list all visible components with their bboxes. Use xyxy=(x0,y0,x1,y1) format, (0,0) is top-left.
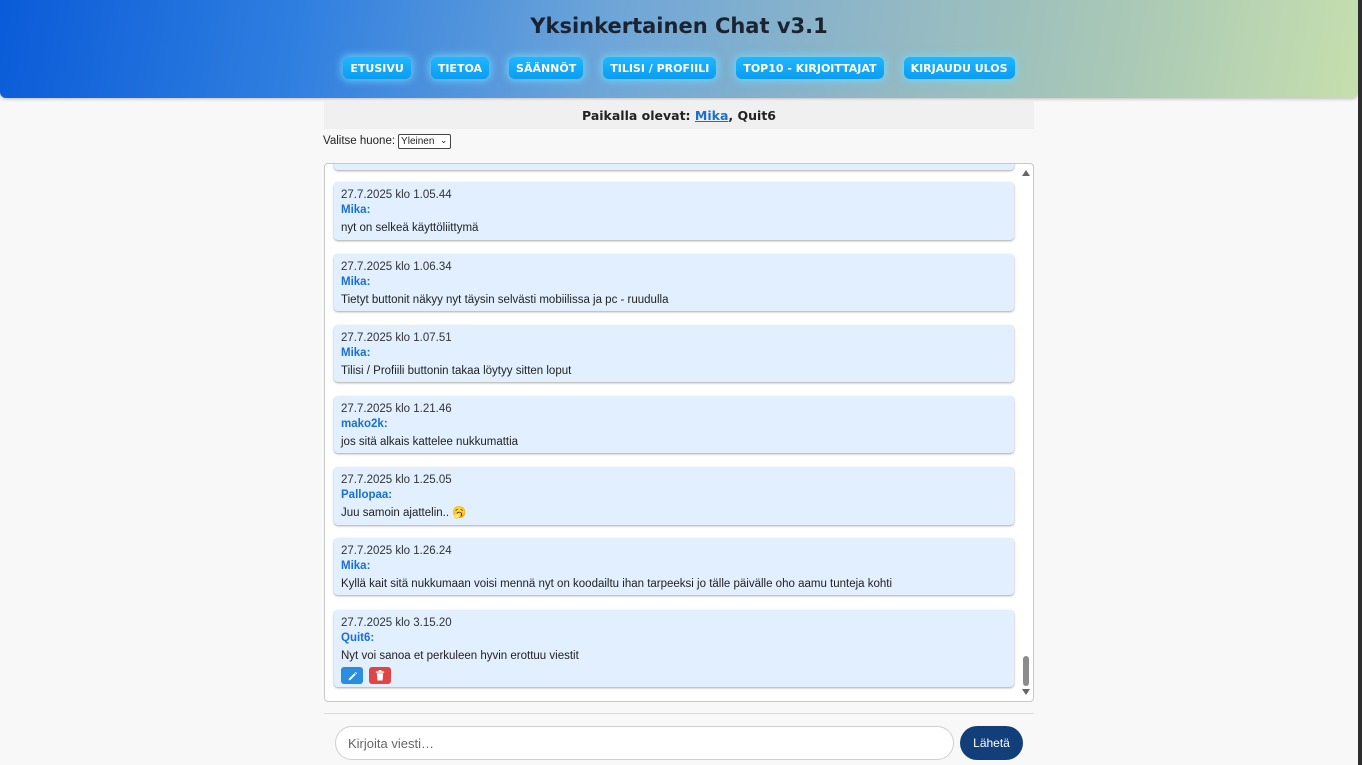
nav-logout-button[interactable]: KIRJAUDU ULOS xyxy=(903,57,1015,79)
nav-saannot-button[interactable]: SÄÄNNÖT xyxy=(509,57,584,79)
message-username: Mika: xyxy=(341,276,371,288)
message-text: Kyllä kait sitä nukkumaan voisi mennä ny… xyxy=(341,578,893,590)
message-timestamp: 27.7.2025 klo 1.21.46 xyxy=(341,403,452,415)
message-card: 27.7.2025 klo 1.21.46 mako2k: jos sitä a… xyxy=(334,396,1014,453)
message-card: 27.7.2025 klo 1.05.44 Mika: nyt on selke… xyxy=(334,182,1014,240)
header: Yksinkertainen Chat v3.1 ETUSIVU TIETOA … xyxy=(0,0,1358,98)
message-card-partial xyxy=(334,164,1014,170)
composer-divider xyxy=(324,713,1034,714)
message-timestamp: 27.7.2025 klo 3.15.20 xyxy=(341,617,452,629)
message-username: Quit6: xyxy=(341,632,375,644)
message-username: Mika: xyxy=(341,560,371,572)
room-selector-row: Valitse huone: Yleinen ⌄ xyxy=(323,133,452,149)
nav-top10-button[interactable]: TOP10 - KIRJOITTAJAT xyxy=(736,57,884,79)
chevron-down-icon: ⌄ xyxy=(439,134,448,145)
edit-message-button[interactable] xyxy=(341,667,363,684)
scroll-down-arrow-icon[interactable] xyxy=(1022,689,1030,695)
message-timestamp: 27.7.2025 klo 1.06.34 xyxy=(341,261,452,273)
message-input[interactable] xyxy=(335,726,954,760)
nav-tietoa-button[interactable]: TIETOA xyxy=(430,57,490,79)
message-actions xyxy=(341,667,1007,684)
message-text: Nyt voi sanoa et perkuleen hyvin erottuu… xyxy=(341,650,579,662)
message-text: Juu samoin ajattelin.. 🥱 xyxy=(341,507,467,519)
room-selected-value: Yleinen xyxy=(401,135,435,147)
message-card: 27.7.2025 klo 1.26.24 Mika: Kyllä kait s… xyxy=(334,538,1014,595)
message-text: Tilisi / Profiili buttonin takaa löytyy … xyxy=(341,365,572,377)
message-text: jos sitä alkais kattelee nukkumattia xyxy=(341,436,519,448)
message-timestamp: 27.7.2025 klo 1.25.05 xyxy=(341,474,452,486)
page-scrollbar[interactable] xyxy=(1358,0,1362,765)
message-card: 27.7.2025 klo 3.15.20 Quit6: Nyt voi san… xyxy=(334,610,1014,687)
room-select[interactable]: Yleinen ⌄ xyxy=(398,133,452,149)
online-users-bar: Paikalla olevat: Mika, Quit6 xyxy=(324,101,1034,129)
message-text: Tietyt buttonit näkyy nyt täysin selväst… xyxy=(341,294,669,306)
message-card: 27.7.2025 klo 1.06.34 Mika: Tietyt butto… xyxy=(334,254,1014,311)
message-text: nyt on selkeä käyttöliittymä xyxy=(341,222,479,234)
message-timestamp: 27.7.2025 klo 1.05.44 xyxy=(341,189,452,201)
online-user-link[interactable]: Mika xyxy=(695,108,728,123)
page-title: Yksinkertainen Chat v3.1 xyxy=(530,14,828,38)
online-label: Paikalla olevat: xyxy=(582,107,691,123)
delete-message-button[interactable] xyxy=(369,667,391,684)
scroll-up-arrow-icon[interactable] xyxy=(1022,170,1030,176)
message-username: mako2k: xyxy=(341,418,388,430)
message-timestamp: 27.7.2025 klo 1.07.51 xyxy=(341,332,452,344)
message-username: Mika: xyxy=(341,347,371,359)
message-list-scrollbar[interactable] xyxy=(1019,164,1033,701)
message-username: Pallopaa: xyxy=(341,489,393,501)
nav-profile-button[interactable]: TILISI / PROFIILI xyxy=(603,57,717,79)
scrollbar-thumb[interactable] xyxy=(1023,656,1029,686)
nav-etusivu-button[interactable]: ETUSIVU xyxy=(343,57,411,79)
message-card: 27.7.2025 klo 1.07.51 Mika: Tilisi / Pro… xyxy=(334,325,1014,382)
main-nav: ETUSIVU TIETOA SÄÄNNÖT TILISI / PROFIILI… xyxy=(0,57,1358,79)
trash-icon xyxy=(375,670,385,681)
room-label: Valitse huone: xyxy=(323,135,396,147)
message-list[interactable]: 27.7.2025 klo 1.05.44 Mika: nyt on selke… xyxy=(324,163,1034,702)
send-button[interactable]: Lähetä xyxy=(960,726,1023,760)
online-others: , Quit6 xyxy=(728,107,776,123)
pencil-icon xyxy=(348,671,357,681)
message-card: 27.7.2025 klo 1.25.05 Pallopaa: Juu samo… xyxy=(334,467,1014,525)
message-username: Mika: xyxy=(341,204,371,216)
message-timestamp: 27.7.2025 klo 1.26.24 xyxy=(341,545,452,557)
